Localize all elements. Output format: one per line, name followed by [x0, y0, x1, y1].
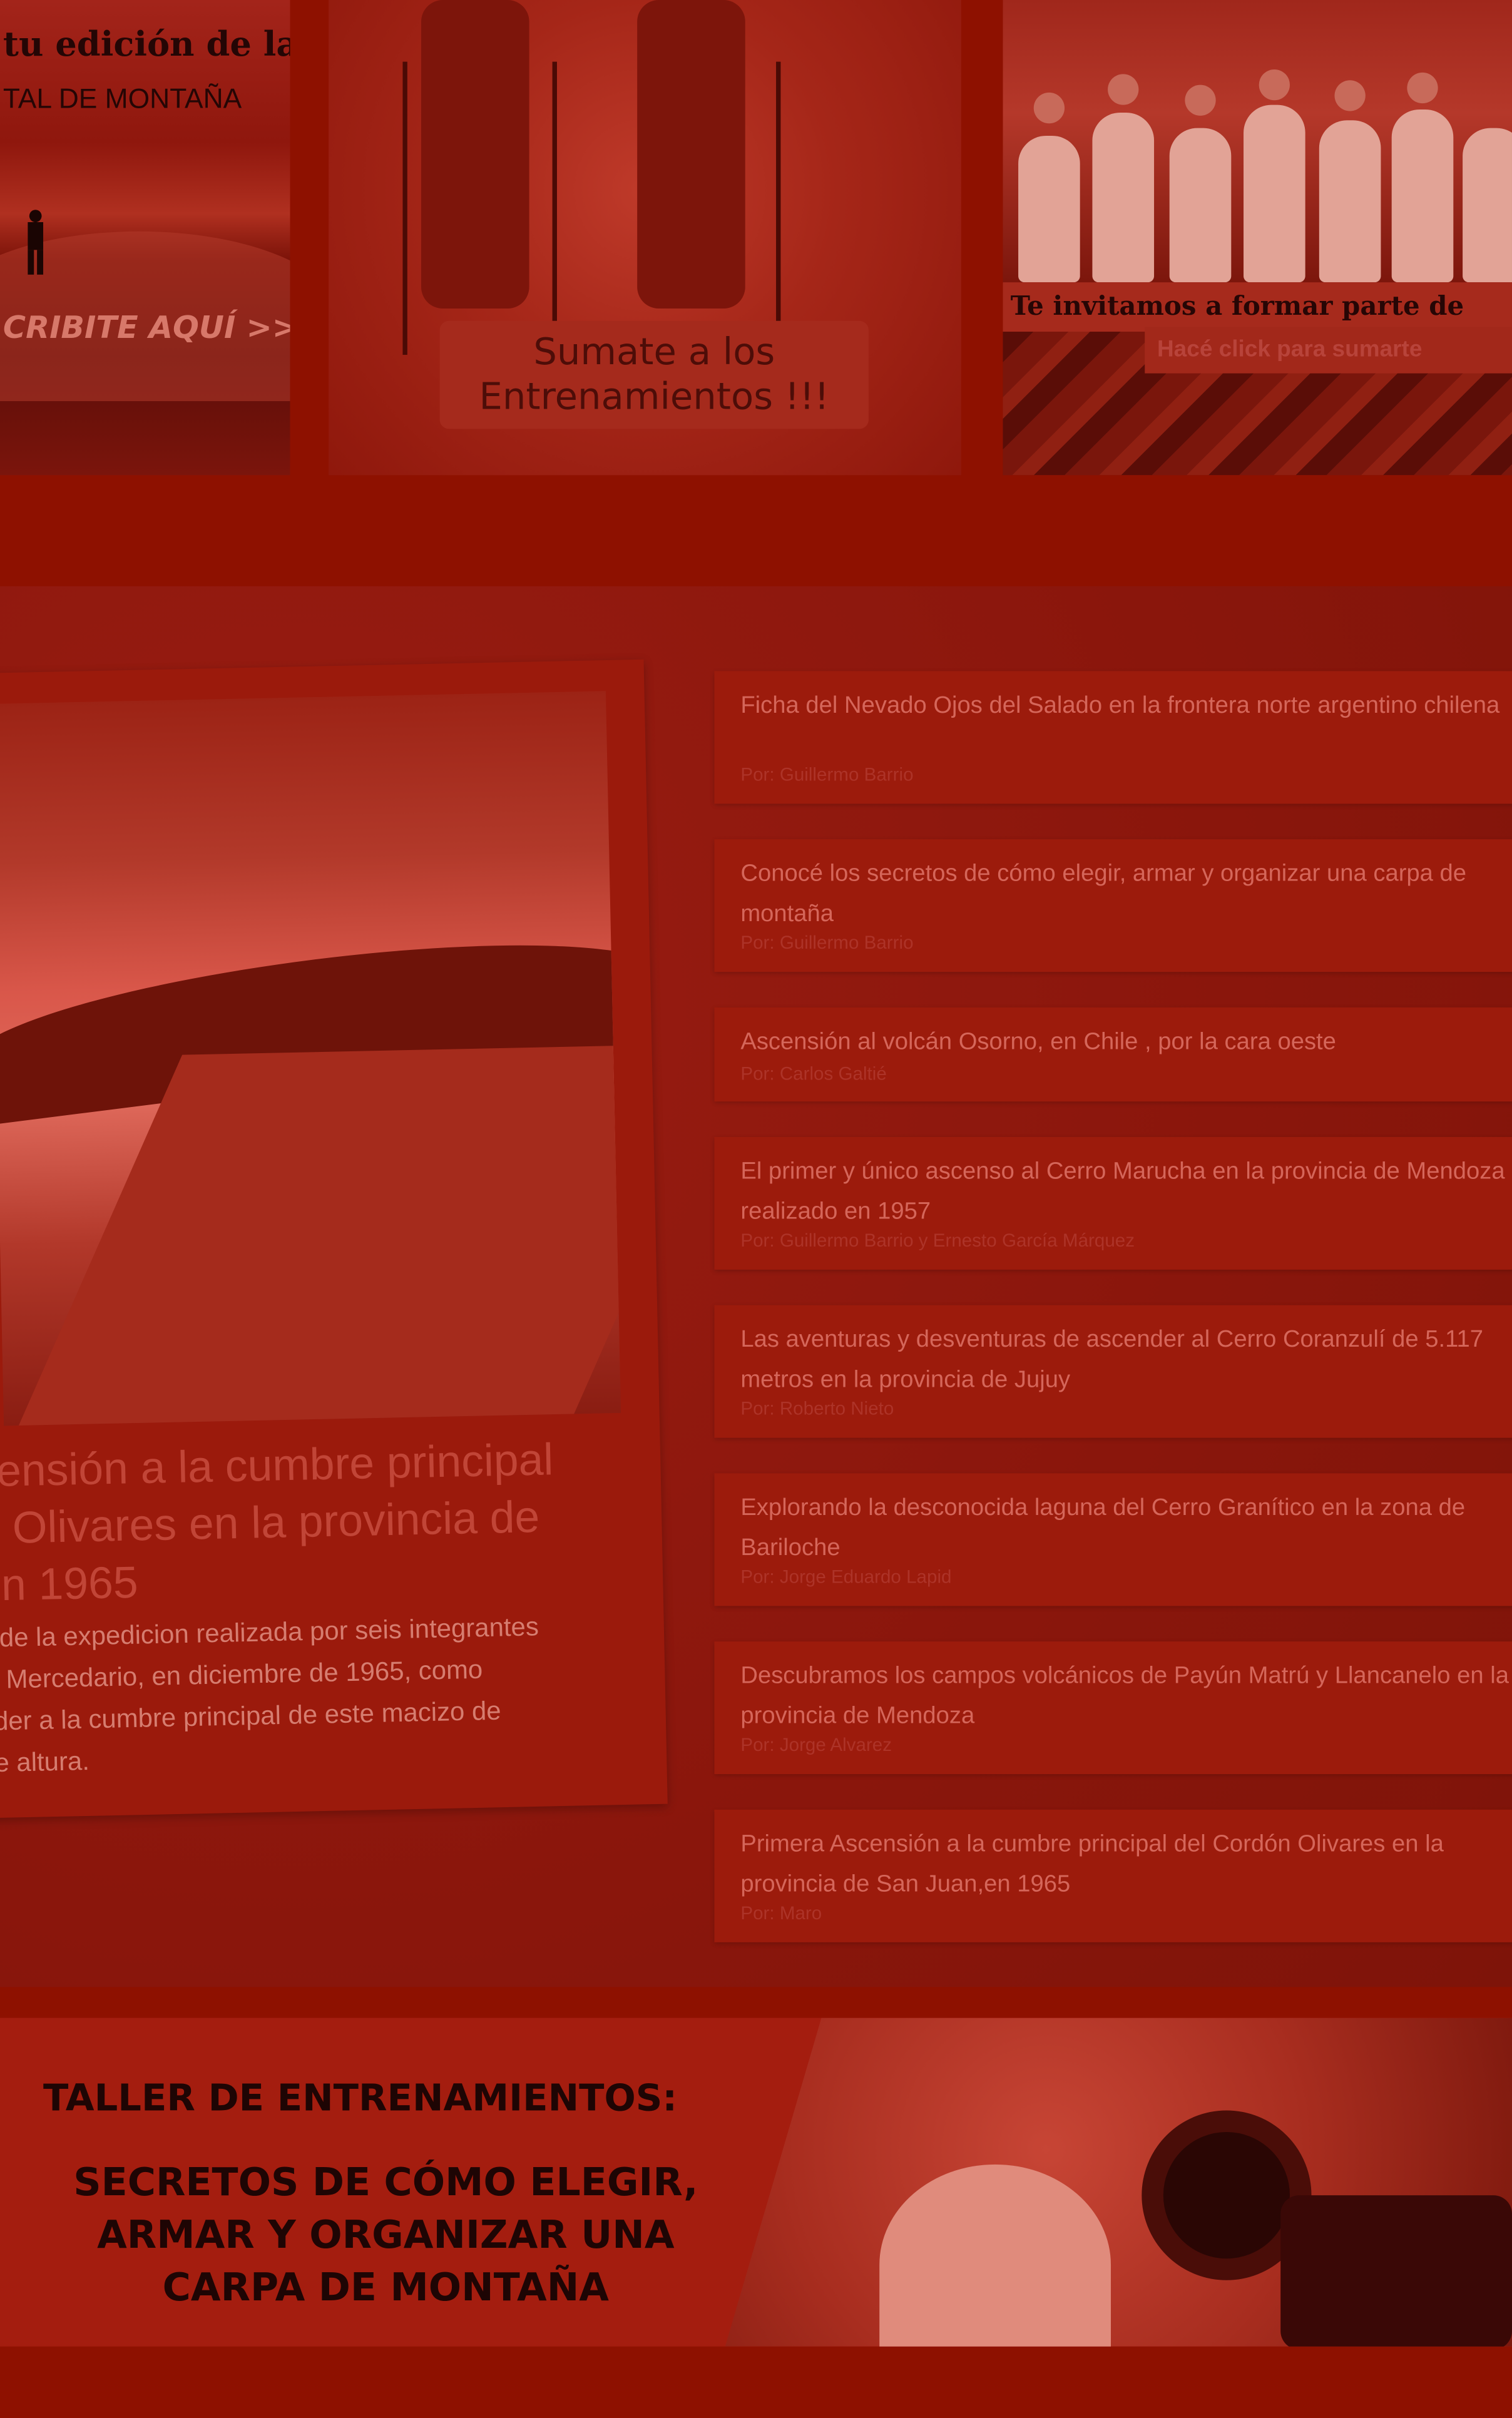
article-item[interactable]: Las aventuras y desventuras de ascender …: [714, 1305, 1512, 1438]
hiker-image: [421, 0, 529, 309]
person-figure: [1463, 128, 1512, 283]
group-caption: Te invitamos a formar parte de: [1003, 282, 1512, 332]
person-head: [1108, 74, 1139, 105]
person-figure: [1092, 112, 1155, 283]
article-title[interactable]: Primera Ascensión a la cumbre principal …: [740, 1825, 1512, 1905]
person-figure: [1391, 110, 1454, 283]
article-title[interactable]: Descubramos los campos volcánicos de Pay…: [740, 1657, 1512, 1737]
edition-line2: TAL DE MONTAÑA: [3, 83, 242, 115]
article-item[interactable]: El primer y único ascenso al Cerro Maruc…: [714, 1136, 1512, 1270]
featured-article-image: [0, 691, 621, 1426]
article-author: Por: Guillermo Barrio y Ernesto García M…: [740, 1229, 1135, 1252]
article-item[interactable]: Conocé los secretos de cómo elegir, arma…: [714, 839, 1512, 972]
hiker-image: [637, 0, 745, 309]
article-author: Por: Roberto Nieto: [740, 1397, 894, 1420]
workshop-banner[interactable]: TALLER DE ENTRENAMIENTOS: SECRETOS DE CÓ…: [0, 2018, 1512, 2347]
articles-section: censión a la cumbre principal n Olivares…: [0, 586, 1512, 1987]
article-title[interactable]: Explorando la desconocida laguna del Cer…: [740, 1489, 1512, 1569]
workshop-heading: TALLER DE ENTRENAMIENTOS:: [43, 2076, 678, 2120]
article-author: Por: Guillermo Barrio: [740, 932, 914, 954]
group-photo: [1003, 0, 1512, 283]
featured-article-title[interactable]: censión a la cumbre principal n Olivares…: [0, 1431, 625, 1616]
person-figure: [1244, 105, 1305, 283]
edition-line1: tu edición de la: [3, 24, 290, 65]
person-head: [1185, 84, 1216, 116]
article-title[interactable]: Ascensión al volcán Osorno, en Chile , p…: [740, 1023, 1512, 1063]
person-head: [1033, 92, 1065, 124]
trekking-pole: [402, 61, 407, 355]
article-author: Por: Jorge Alvarez: [740, 1733, 892, 1756]
person-head: [1259, 69, 1290, 101]
article-item[interactable]: Primera Ascensión a la cumbre principal …: [714, 1809, 1512, 1942]
training-cta-button[interactable]: Sumate a los Entrenamientos !!!: [439, 320, 869, 429]
workshop-subheading: SECRETOS DE CÓMO ELEGIR, ARMAR Y ORGANIZ…: [73, 2160, 698, 2310]
signup-link[interactable]: CRIBITE AQUÍ >>: [3, 309, 290, 345]
person-figure: [1319, 120, 1381, 283]
article-author: Por: Maro: [740, 1902, 822, 1924]
person-figure: [1018, 135, 1080, 283]
article-author: Por: Jorge Eduardo Lapid: [740, 1566, 952, 1588]
article-author: Por: Guillermo Barrio: [740, 763, 914, 785]
article-item[interactable]: Ficha del Nevado Ojos del Salado en la f…: [714, 671, 1512, 804]
trekking-pole: [776, 61, 781, 355]
group-subcaption-text: Hacé click para sumarte: [1157, 336, 1423, 363]
edition-banner[interactable]: tu edición de la TAL DE MONTAÑA CRIBITE …: [0, 0, 290, 476]
person-head: [1407, 72, 1438, 104]
person-head: [1334, 80, 1366, 111]
article-title[interactable]: Conocé los secretos de cómo elegir, arma…: [740, 855, 1512, 935]
featured-article-description: a de la expedicion realizada por seis in…: [0, 1612, 539, 1778]
person-figure: [1169, 128, 1232, 283]
featured-article-card[interactable]: censión a la cumbre principal n Olivares…: [0, 659, 668, 1819]
camera-body: [1280, 2195, 1512, 2347]
article-item[interactable]: Explorando la desconocida laguna del Cer…: [714, 1473, 1512, 1606]
group-subcaption[interactable]: Hacé click para sumarte: [1145, 327, 1512, 374]
article-item[interactable]: Ascensión al volcán Osorno, en Chile , p…: [714, 1007, 1512, 1102]
article-title[interactable]: Las aventuras y desventuras de ascender …: [740, 1320, 1512, 1400]
article-title[interactable]: Ficha del Nevado Ojos del Salado en la f…: [740, 686, 1512, 727]
page: tu edición de la TAL DE MONTAÑA CRIBITE …: [0, 0, 1512, 2413]
training-banner[interactable]: Sumate a los Entrenamientos !!!: [329, 0, 961, 476]
climber-icon: [28, 210, 44, 275]
article-title[interactable]: El primer y único ascenso al Cerro Maruc…: [740, 1153, 1512, 1233]
article-item[interactable]: Descubramos los campos volcánicos de Pay…: [714, 1641, 1512, 1775]
trekking-pole: [552, 61, 557, 355]
group-caption-text: Te invitamos a formar parte de: [1010, 291, 1464, 323]
article-author: Por: Carlos Galtié: [740, 1063, 887, 1085]
group-banner[interactable]: Te invitamos a formar parte de Hacé clic…: [1003, 0, 1512, 476]
